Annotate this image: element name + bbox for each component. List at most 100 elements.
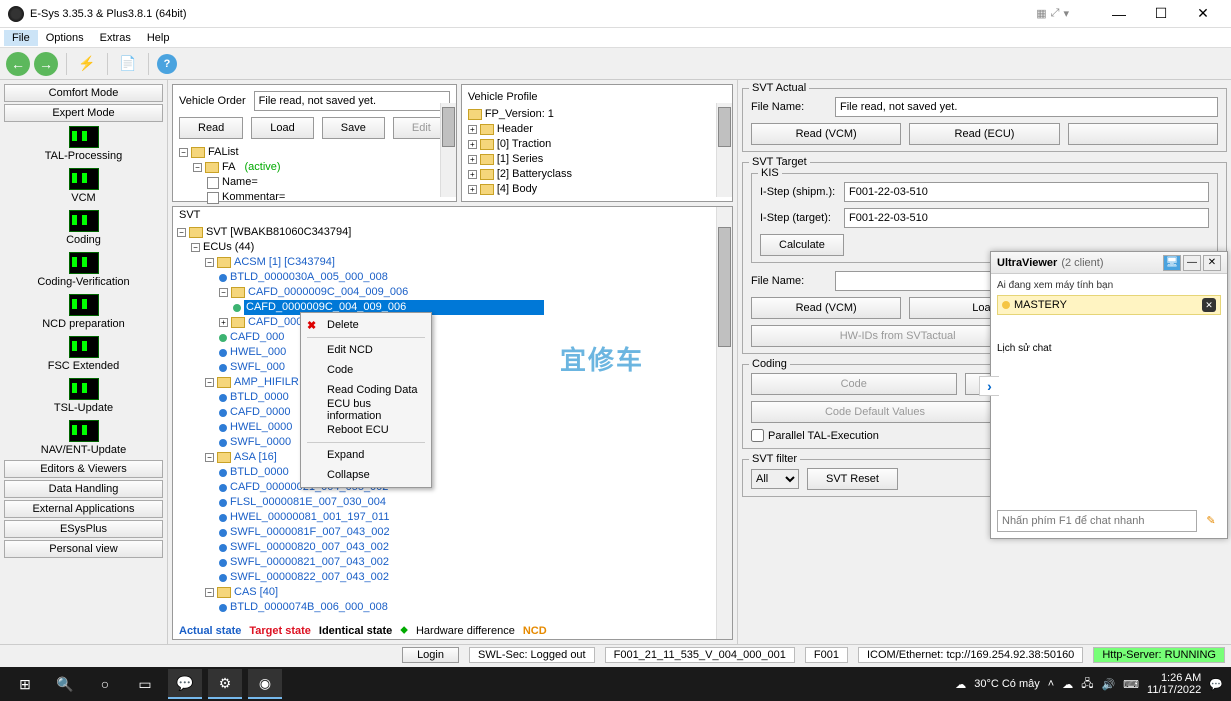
volume-icon[interactable]: 🔊 xyxy=(1101,678,1115,691)
uv-collapse-arrow[interactable]: › xyxy=(979,376,999,396)
network-icon[interactable]: 🖧 xyxy=(1081,675,1093,694)
svt-node[interactable]: SWFL_0000081F_007_043_002 xyxy=(177,525,714,540)
read-ecu-button[interactable]: Read (ECU) xyxy=(909,123,1059,145)
svt-ecus[interactable]: −ECUs (44) xyxy=(177,240,714,255)
vp-item[interactable]: +[0] Traction xyxy=(468,137,726,152)
vo-save-button[interactable]: Save xyxy=(322,117,385,139)
svt-node[interactable]: HWEL_0000 xyxy=(177,420,714,435)
taskbar-app-3[interactable]: ◉ xyxy=(248,669,282,699)
uv-send-icon[interactable]: ✎ xyxy=(1201,510,1221,530)
svt-amp[interactable]: −AMP_HIFILR [3 xyxy=(177,375,714,390)
svt-node[interactable]: CAFD_00000021_004_055_002 xyxy=(177,480,714,495)
login-button[interactable]: Login xyxy=(402,647,459,663)
read-vcm-button[interactable]: Read (VCM) xyxy=(751,123,901,145)
svt-node[interactable]: BTLD_0000 xyxy=(177,465,714,480)
vo-load-button[interactable]: Load xyxy=(251,117,313,139)
tree-fa[interactable]: −FA (active) xyxy=(179,160,450,175)
notifications-icon[interactable]: 💬 xyxy=(1209,678,1223,691)
minimize-button[interactable]: — xyxy=(1099,2,1139,26)
svt-node[interactable]: BTLD_0000030A_005_000_008 xyxy=(177,270,714,285)
target-read-vcm-button[interactable]: Read (VCM) xyxy=(751,297,901,319)
parallel-tal-checkbox[interactable] xyxy=(751,429,764,442)
sidebar-nav-ent-update[interactable]: NAV/ENT-Update xyxy=(4,418,163,458)
grid-icon[interactable]: ▦ xyxy=(1036,7,1046,20)
connect-icon[interactable]: ⚡ xyxy=(75,52,99,76)
help-icon[interactable]: ? xyxy=(157,54,177,74)
svt-filter-select[interactable]: All xyxy=(751,469,799,489)
data-handling-button[interactable]: Data Handling xyxy=(4,480,163,498)
svt-asa[interactable]: −ASA [16] xyxy=(177,450,714,465)
vp-scrollbar[interactable] xyxy=(716,103,732,197)
weather-text[interactable]: 30°C Có mây xyxy=(974,678,1040,690)
ctx-reboot[interactable]: Reboot ECU xyxy=(303,420,429,440)
svt-node[interactable]: BTLD_0000074B_006_000_008 xyxy=(177,600,714,615)
personal-view-button[interactable]: Personal view xyxy=(4,540,163,558)
taskbar-app-2[interactable]: ⚙ xyxy=(208,669,242,699)
ctx-collapse[interactable]: Collapse xyxy=(303,465,429,485)
calculate-button[interactable]: Calculate xyxy=(760,234,844,256)
svt-node[interactable]: SWFL_00000820_007_043_002 xyxy=(177,540,714,555)
uv-monitor-icon[interactable]: 🖥 xyxy=(1163,255,1181,271)
ctx-expand[interactable]: Expand xyxy=(303,445,429,465)
vp-item[interactable]: +[1] Series xyxy=(468,152,726,167)
svt-node[interactable]: SWFL_0000 xyxy=(177,435,714,450)
svt-scrollbar[interactable] xyxy=(716,207,732,639)
back-button[interactable]: ← xyxy=(6,52,30,76)
log-icon[interactable]: 📄 xyxy=(116,52,140,76)
menu-extras[interactable]: Extras xyxy=(92,30,139,46)
svt-node[interactable]: −CAFD_0000009C_004_009_006 xyxy=(177,285,714,300)
comfort-mode-button[interactable]: Comfort Mode xyxy=(4,84,163,102)
uv-minimize-button[interactable]: — xyxy=(1183,255,1201,271)
svt-actual-filename[interactable] xyxy=(835,97,1218,117)
onedrive-icon[interactable]: ☁ xyxy=(1062,678,1073,691)
start-button[interactable]: ⊞ xyxy=(8,669,42,699)
svt-node[interactable]: CAFD_0000 xyxy=(177,405,714,420)
sidebar-coding-verification[interactable]: Coding-Verification xyxy=(4,250,163,290)
search-icon[interactable]: 🔍 xyxy=(48,669,82,699)
uv-chat-input[interactable] xyxy=(997,510,1197,532)
vp-item[interactable]: +[4] Body xyxy=(468,182,726,197)
istep-target-field[interactable] xyxy=(844,208,1209,228)
svt-node[interactable]: SWFL_00000821_007_043_002 xyxy=(177,555,714,570)
clock[interactable]: 1:26 AM 11/17/2022 xyxy=(1147,672,1201,696)
close-button[interactable]: ✕ xyxy=(1183,2,1223,26)
svt-acsm[interactable]: −ACSM [1] [C343794] xyxy=(177,255,714,270)
vp-item[interactable]: FP_Version: 1 xyxy=(468,107,726,122)
tree-kommentar[interactable]: Kommentar= xyxy=(179,190,450,205)
sidebar-tal-processing[interactable]: TAL-Processing xyxy=(4,124,163,164)
ctx-edit-ncd[interactable]: Edit NCD xyxy=(303,340,429,360)
uv-close-button[interactable]: ✕ xyxy=(1203,255,1221,271)
svt-node[interactable]: CAFD_000 xyxy=(177,330,714,345)
ctx-code[interactable]: Code xyxy=(303,360,429,380)
editors-viewers-button[interactable]: Editors & Viewers xyxy=(4,460,163,478)
istep-shipm-field[interactable] xyxy=(844,182,1209,202)
menu-file[interactable]: File xyxy=(4,30,38,46)
vehicle-order-field[interactable] xyxy=(254,91,450,111)
menu-options[interactable]: Options xyxy=(38,30,92,46)
svt-reset-button[interactable]: SVT Reset xyxy=(807,468,898,490)
cortana-icon[interactable]: ○ xyxy=(88,669,122,699)
svt-node[interactable]: HWEL_000 xyxy=(177,345,714,360)
svt-node[interactable]: +CAFD_000 xyxy=(177,315,714,330)
svt-node[interactable]: SWFL_00000822_007_043_002 xyxy=(177,570,714,585)
sidebar-ncd-preparation[interactable]: NCD preparation xyxy=(4,292,163,332)
language-icon[interactable]: ⌨ xyxy=(1123,678,1139,691)
vo-read-button[interactable]: Read xyxy=(179,117,243,139)
task-view-icon[interactable]: ▭ xyxy=(128,669,162,699)
vo-scrollbar[interactable] xyxy=(440,103,456,197)
taskbar-app-1[interactable]: 💬 xyxy=(168,669,202,699)
ctx-ecu-bus[interactable]: ECU bus information xyxy=(303,400,429,420)
sidebar-tsl-update[interactable]: TSL-Update xyxy=(4,376,163,416)
svt-node[interactable]: FLSL_0000081E_007_030_004 xyxy=(177,495,714,510)
expand-icon[interactable]: ⤢ xyxy=(1051,7,1060,20)
svt-cas[interactable]: −CAS [40] xyxy=(177,585,714,600)
uv-client-close[interactable]: ✕ xyxy=(1202,298,1216,312)
external-apps-button[interactable]: External Applications xyxy=(4,500,163,518)
svt-root[interactable]: −SVT [WBAKB81060C343794] xyxy=(177,225,714,240)
tree-name[interactable]: Name= xyxy=(179,175,450,190)
sidebar-coding[interactable]: Coding xyxy=(4,208,163,248)
tree-falist[interactable]: −FAList xyxy=(179,145,450,160)
chevron-down-icon[interactable]: ▾ xyxy=(1063,7,1069,20)
svt-node[interactable]: HWEL_00000081_001_197_011 xyxy=(177,510,714,525)
vp-item[interactable]: +Header xyxy=(468,122,726,137)
